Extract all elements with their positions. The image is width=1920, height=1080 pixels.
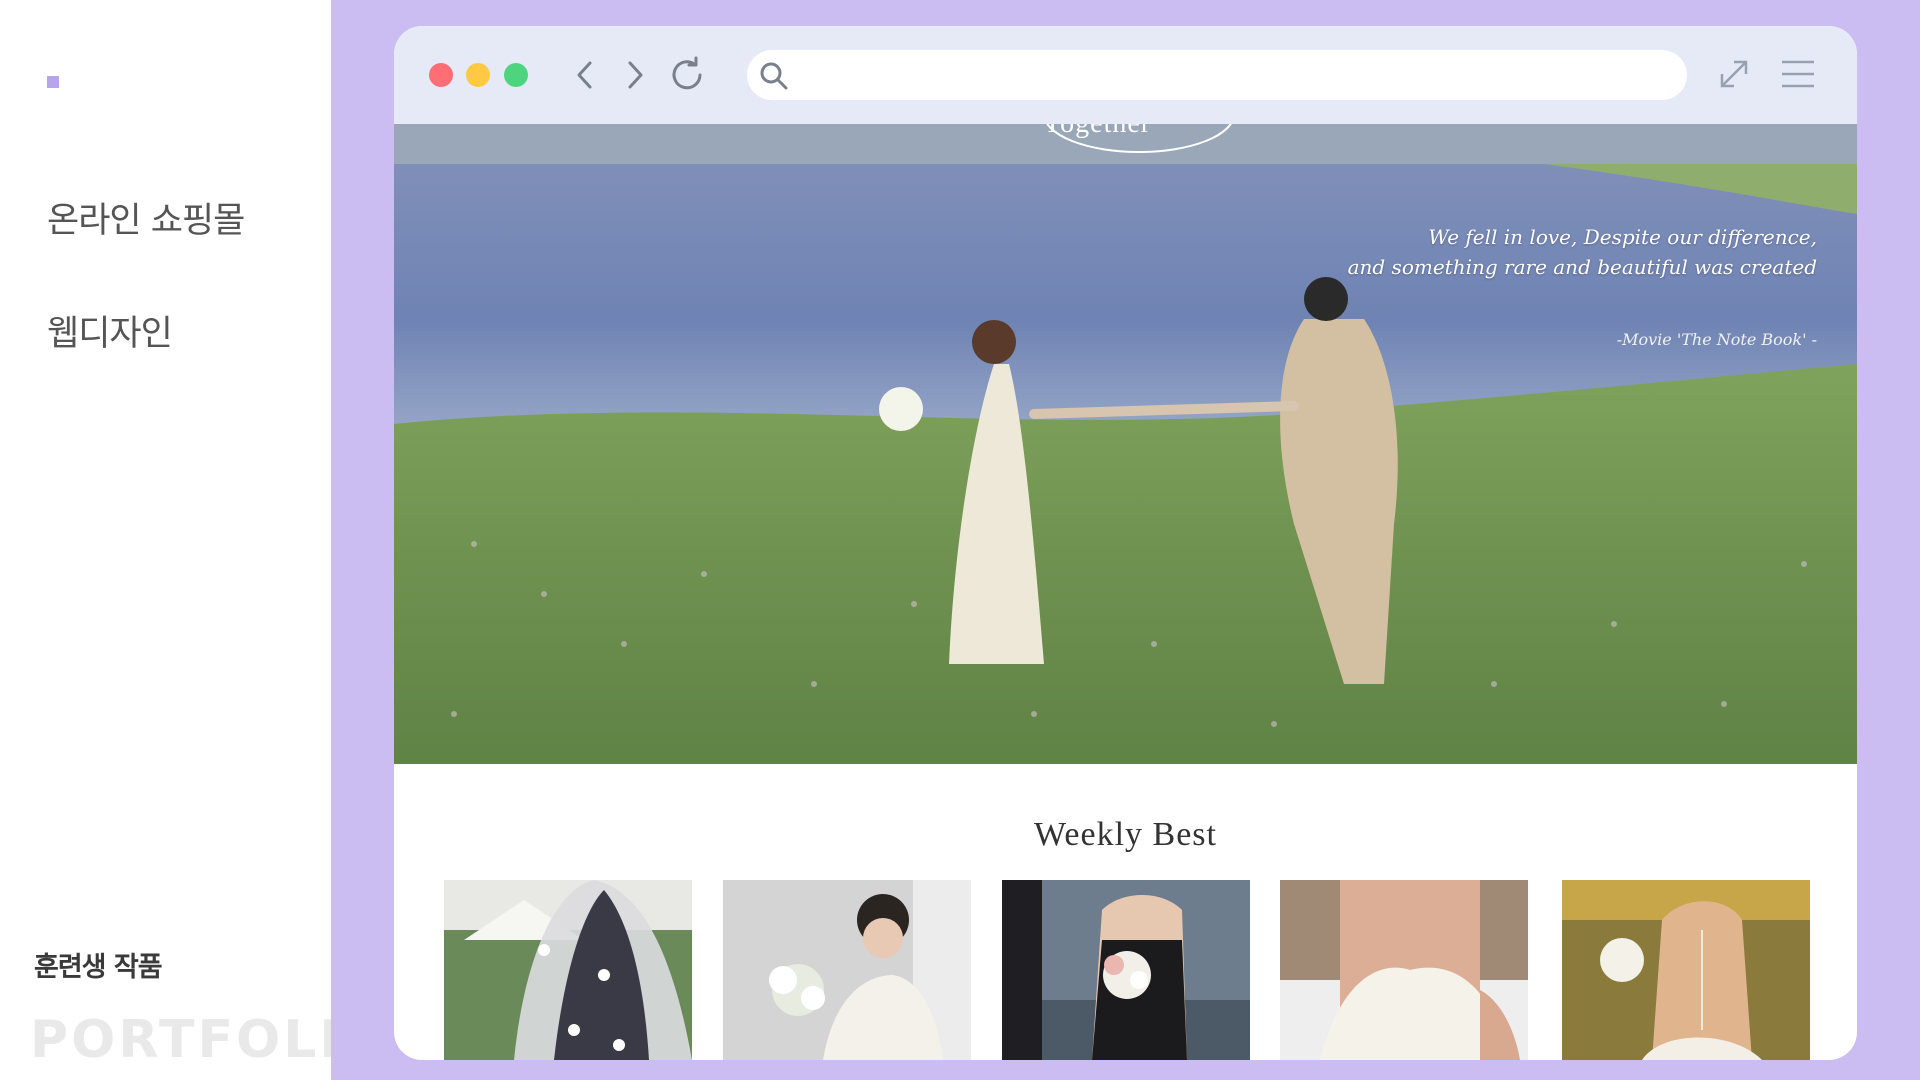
browser-toolbar — [394, 26, 1857, 124]
product-card-veil[interactable] — [444, 880, 692, 1060]
category-subtitle: 웹디자인 — [47, 314, 173, 354]
back-icon[interactable] — [566, 54, 606, 96]
category-title: 온라인 쇼핑몰 — [47, 201, 245, 241]
hero-quote-line: and something rare and beautiful was cre… — [1347, 255, 1817, 279]
reload-icon[interactable] — [668, 54, 708, 96]
close-window-dot[interactable] — [429, 63, 453, 87]
product-card-black-dress[interactable] — [1002, 880, 1250, 1060]
hero-image: Together We fell in love, Despite our di… — [394, 124, 1857, 764]
menu-icon[interactable] — [1778, 54, 1818, 94]
forward-icon[interactable] — [616, 54, 656, 96]
hero-quote: We fell in love, Despite our difference,… — [1348, 222, 1817, 282]
maximize-window-dot[interactable] — [504, 63, 528, 87]
weekly-best-title: Weekly Best — [1034, 816, 1217, 853]
accent-square — [47, 76, 59, 88]
address-bar[interactable] — [747, 50, 1687, 100]
browser-window: Together We fell in love, Despite our di… — [394, 26, 1857, 1060]
expand-icon[interactable] — [1714, 54, 1754, 94]
trainee-label: 훈련생 작품 — [34, 952, 163, 983]
product-card-backless[interactable] — [1562, 880, 1810, 1060]
hero-quote-source: -Movie 'The Note Book' - — [1616, 330, 1817, 349]
search-icon — [757, 59, 791, 93]
product-card-off-shoulder[interactable] — [1280, 880, 1528, 1060]
left-panel: 온라인 쇼핑몰 웹디자인 훈련생 작품 PORTFOLIO — [0, 0, 386, 1080]
hero-quote-line: We fell in love, Despite our difference, — [1428, 225, 1817, 249]
product-card-white-gown[interactable] — [723, 880, 971, 1060]
product-grid — [444, 880, 1844, 1060]
together-badge: Together — [1044, 124, 1151, 140]
minimize-window-dot[interactable] — [466, 63, 490, 87]
